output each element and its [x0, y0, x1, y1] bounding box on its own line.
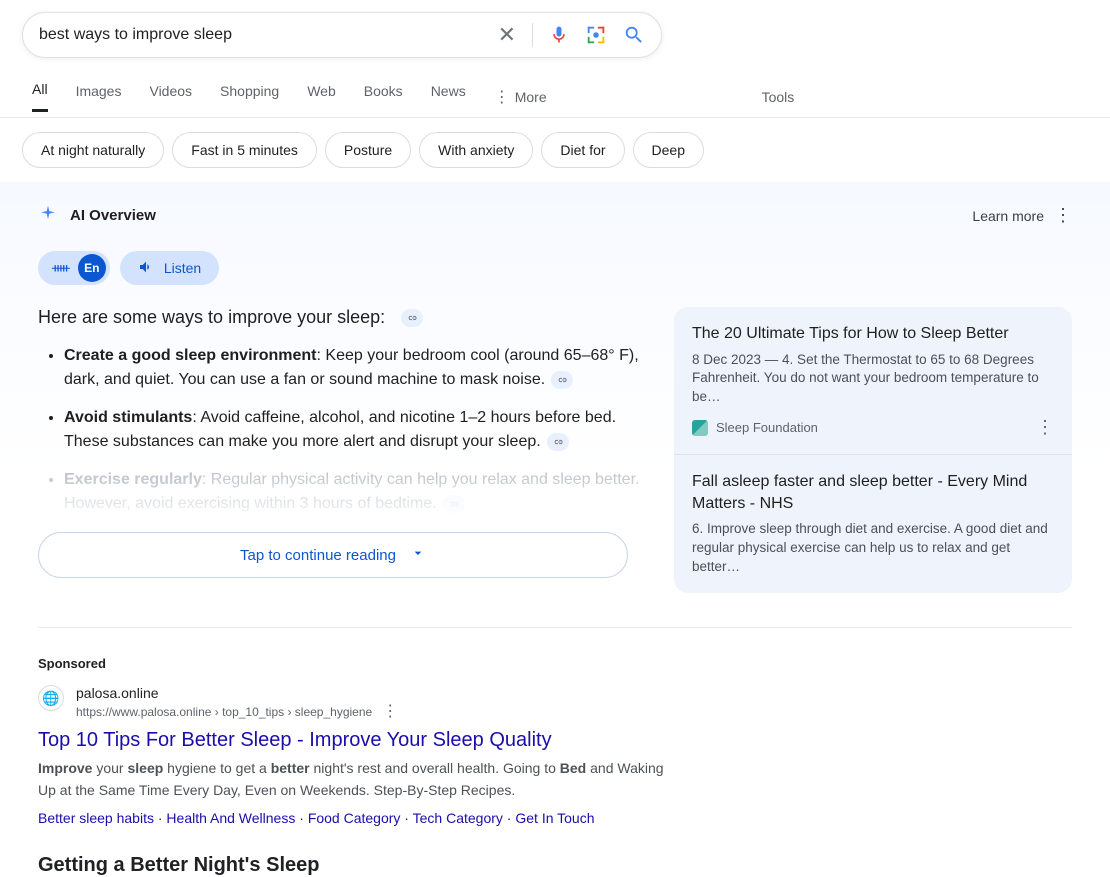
list-item: Exercise regularly: Regular physical act… [64, 468, 646, 516]
tabs-row: All Images Videos Shopping Web Books New… [0, 76, 1110, 118]
tab-web[interactable]: Web [307, 83, 336, 111]
search-icon[interactable] [623, 24, 645, 46]
source-options-icon[interactable]: ⋮ [1036, 417, 1054, 438]
continue-reading-button[interactable]: Tap to continue reading [38, 532, 628, 578]
filter-chips: At night naturally Fast in 5 minutes Pos… [0, 118, 1110, 168]
source-panel: The 20 Ultimate Tips for How to Sleep Be… [674, 307, 1072, 593]
clear-icon[interactable]: ✕ [498, 22, 516, 48]
tab-shopping[interactable]: Shopping [220, 83, 279, 111]
ai-overview-title: AI Overview [70, 207, 156, 224]
list-item: Create a good sleep environment: Keep yo… [64, 344, 646, 392]
list-item: Avoid stimulants: Avoid caffeine, alcoho… [64, 406, 646, 454]
result-options-icon[interactable]: ⋮ [382, 701, 398, 721]
publisher-icon [692, 420, 708, 436]
source-title[interactable]: Fall asleep faster and sleep better - Ev… [692, 471, 1054, 514]
section-heading: Getting a Better Night's Sleep [0, 854, 1110, 877]
globe-icon: 🌐 [38, 685, 64, 711]
source-snippet: 8 Dec 2023 — 4. Set the Thermostat to 65… [692, 351, 1054, 408]
chevron-down-icon [410, 545, 426, 565]
chip-deep[interactable]: Deep [633, 132, 704, 168]
ai-intro: Here are some ways to improve your sleep… [38, 307, 646, 328]
source-card[interactable]: The 20 Ultimate Tips for How to Sleep Be… [674, 307, 1072, 455]
citation-chip[interactable] [443, 495, 465, 513]
result-sitelinks: Better sleep habits · Health And Wellnes… [38, 810, 680, 826]
more-label: More [515, 89, 547, 105]
search-input[interactable] [39, 26, 498, 44]
sitelink[interactable]: Health And Wellness [166, 810, 295, 826]
sitelink[interactable]: Tech Category [413, 810, 503, 826]
search-bar[interactable]: ✕ [22, 12, 662, 58]
sponsored-result: 🌐 palosa.online https://www.palosa.onlin… [0, 671, 680, 825]
source-publisher: Sleep Foundation [692, 420, 818, 436]
language-toggle[interactable]: ᚔ En [38, 251, 110, 285]
lens-icon[interactable] [585, 24, 607, 46]
ai-suggestion-list: Create a good sleep environment: Keep yo… [38, 344, 646, 528]
tab-news[interactable]: News [431, 83, 466, 111]
learn-more-link[interactable]: Learn more [972, 208, 1044, 224]
tab-all[interactable]: All [32, 81, 48, 112]
mic-icon[interactable] [549, 25, 569, 45]
listen-button[interactable]: Listen [120, 251, 219, 285]
sitelink[interactable]: Food Category [308, 810, 401, 826]
sponsored-label: Sponsored [0, 656, 1110, 671]
more-options-icon[interactable]: ⋮ [1054, 205, 1072, 226]
chip-diet[interactable]: Diet for [541, 132, 624, 168]
source-title[interactable]: The 20 Ultimate Tips for How to Sleep Be… [692, 323, 1054, 345]
result-title[interactable]: Top 10 Tips For Better Sleep - Improve Y… [38, 729, 680, 752]
more-icon: ⋮ [494, 87, 509, 107]
continue-label: Tap to continue reading [240, 547, 396, 564]
sitelink[interactable]: Better sleep habits [38, 810, 154, 826]
divider [38, 627, 1072, 628]
source-card[interactable]: Fall asleep faster and sleep better - Ev… [674, 455, 1072, 593]
sparkle-icon [38, 204, 58, 227]
tab-videos[interactable]: Videos [149, 83, 192, 111]
citation-chip[interactable] [551, 371, 573, 389]
result-url: https://www.palosa.online › top_10_tips … [76, 705, 372, 719]
lang-badge: En [78, 254, 106, 282]
chip-fast-5min[interactable]: Fast in 5 minutes [172, 132, 317, 168]
result-site: palosa.online [76, 685, 398, 701]
chip-at-night[interactable]: At night naturally [22, 132, 164, 168]
tab-more[interactable]: ⋮ More [494, 87, 547, 107]
tab-images[interactable]: Images [76, 83, 122, 111]
source-snippet: 6. Improve sleep through diet and exerci… [692, 520, 1054, 577]
citation-chip[interactable] [401, 309, 423, 327]
chip-posture[interactable]: Posture [325, 132, 411, 168]
result-description: Improve your sleep hygiene to get a bett… [38, 758, 680, 801]
tab-books[interactable]: Books [364, 83, 403, 111]
tools-link[interactable]: Tools [762, 89, 795, 105]
listen-label: Listen [164, 260, 201, 276]
sitelink[interactable]: Get In Touch [515, 810, 594, 826]
translate-icon: ᚔ [52, 260, 70, 276]
divider [532, 23, 533, 47]
chip-anxiety[interactable]: With anxiety [419, 132, 533, 168]
speaker-icon [138, 259, 154, 278]
citation-chip[interactable] [547, 433, 569, 451]
